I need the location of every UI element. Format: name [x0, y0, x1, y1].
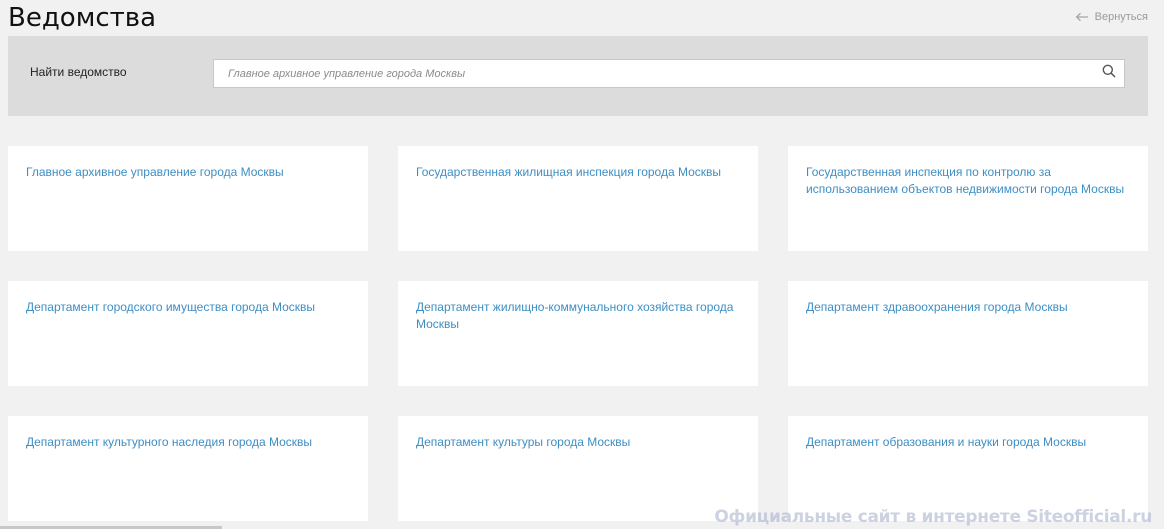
- department-card[interactable]: Главное архивное управление города Москв…: [8, 146, 368, 251]
- department-link[interactable]: Департамент жилищно-коммунального хозяйс…: [416, 299, 740, 333]
- watermark: Официальные сайт в интернете Siteofficia…: [714, 507, 1152, 527]
- department-link[interactable]: Государственная жилищная инспекция город…: [416, 164, 740, 181]
- search-icon: [1102, 64, 1116, 83]
- department-link[interactable]: Главное архивное управление города Москв…: [26, 164, 350, 181]
- department-link[interactable]: Государственная инспекция по контролю за…: [806, 164, 1130, 198]
- department-card[interactable]: Государственная жилищная инспекция город…: [398, 146, 758, 251]
- department-card[interactable]: Департамент культуры города Москвы: [398, 416, 758, 521]
- department-link[interactable]: Департамент здравоохранения города Москв…: [806, 299, 1130, 316]
- department-card[interactable]: Департамент жилищно-коммунального хозяйс…: [398, 281, 758, 386]
- search-button[interactable]: [1094, 60, 1124, 87]
- page-title: Ведомства: [8, 3, 157, 33]
- department-card[interactable]: Департамент образования и науки города М…: [788, 416, 1148, 521]
- department-card[interactable]: Департамент здравоохранения города Москв…: [788, 281, 1148, 386]
- back-link-label: Вернуться: [1094, 11, 1148, 23]
- arrow-left-icon: [1075, 12, 1089, 22]
- search-input[interactable]: [214, 60, 1094, 87]
- search-box: [213, 59, 1125, 88]
- back-link[interactable]: Вернуться: [1075, 9, 1148, 25]
- department-link[interactable]: Департамент культурного наследия города …: [26, 434, 350, 451]
- departments-grid: Главное архивное управление города Москв…: [8, 146, 1148, 521]
- department-card[interactable]: Департамент городского имущества города …: [8, 281, 368, 386]
- search-label: Найти ведомство: [30, 65, 127, 79]
- department-link[interactable]: Департамент городского имущества города …: [26, 299, 350, 316]
- department-card[interactable]: Департамент культурного наследия города …: [8, 416, 368, 521]
- department-link[interactable]: Департамент образования и науки города М…: [806, 434, 1130, 451]
- search-panel: Найти ведомство: [8, 36, 1148, 116]
- department-card[interactable]: Государственная инспекция по контролю за…: [788, 146, 1148, 251]
- department-link[interactable]: Департамент культуры города Москвы: [416, 434, 740, 451]
